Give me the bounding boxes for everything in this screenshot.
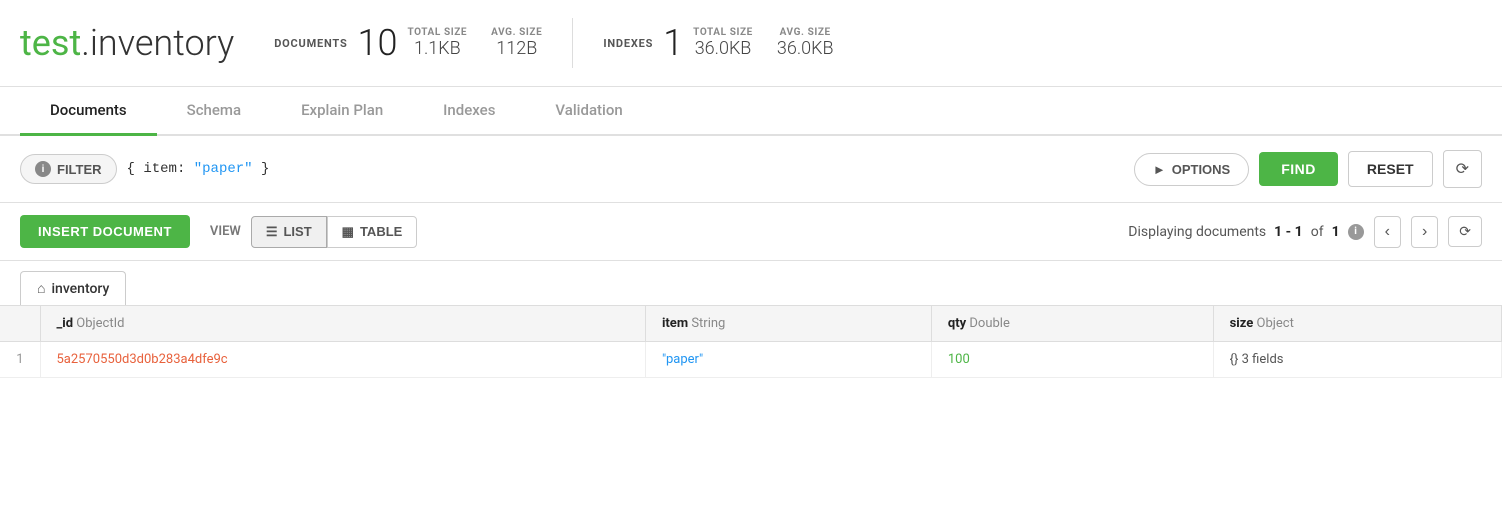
db-title: test.inventory: [20, 22, 234, 64]
collection-tabs: ⌂ inventory: [0, 261, 1502, 305]
col-header-size: size Object: [1213, 306, 1501, 342]
options-arrow-icon: ►: [1153, 162, 1166, 177]
cell-item: "paper": [645, 342, 931, 378]
prev-page-button[interactable]: ‹: [1374, 216, 1401, 248]
header: test.inventory DOCUMENTS 10 TOTAL SIZE 1…: [0, 0, 1502, 87]
docs-total-size-col: TOTAL SIZE 1.1KB: [407, 27, 467, 59]
col-name-qty: qty: [948, 316, 966, 331]
cell-id[interactable]: 5a2570550d3d0b283a4dfe9c: [40, 342, 645, 378]
filter-toolbar: i FILTER { item: "paper" } ► OPTIONS FIN…: [0, 136, 1502, 203]
next-page-button[interactable]: ›: [1411, 216, 1438, 248]
tab-explain-plan[interactable]: Explain Plan: [271, 87, 413, 136]
col-name-size: size: [1230, 316, 1254, 331]
col-type-qty: Double: [969, 316, 1009, 331]
indexes-stat: INDEXES 1 TOTAL SIZE 36.0KB AVG. SIZE 36…: [603, 25, 833, 61]
size-value: {} 3 fields: [1230, 352, 1284, 367]
idx-sizes: TOTAL SIZE 36.0KB AVG. SIZE 36.0KB: [693, 27, 833, 59]
col-type-size: Object: [1257, 316, 1294, 331]
id-value[interactable]: 5a2570550d3d0b283a4dfe9c: [57, 352, 228, 367]
data-table: _id ObjectId item String qty Double size…: [0, 305, 1502, 378]
documents-count: 10: [358, 25, 398, 61]
tab-validation[interactable]: Validation: [525, 87, 652, 136]
col-type-item: String: [691, 316, 725, 331]
stat-divider: [572, 18, 573, 68]
list-view-button[interactable]: ☰ LIST: [251, 216, 327, 248]
docs-total-size-label: TOTAL SIZE: [407, 27, 467, 38]
idx-avg-size-value: 36.0KB: [777, 38, 834, 59]
col-name-item: item: [662, 316, 688, 331]
document-toolbar: INSERT DOCUMENT VIEW ☰ LIST ▦ TABLE Disp…: [0, 203, 1502, 261]
docs-total-size-value: 1.1KB: [414, 38, 461, 59]
collection-tab-inventory[interactable]: ⌂ inventory: [20, 271, 126, 305]
cell-qty: 100: [931, 342, 1213, 378]
docs-avg-size-col: AVG. SIZE 112B: [491, 27, 542, 59]
db-suffix: .inventory: [81, 22, 234, 64]
tab-bar: Documents Schema Explain Plan Indexes Va…: [0, 87, 1502, 136]
documents-label: DOCUMENTS: [274, 37, 347, 50]
doc-total: 1: [1332, 224, 1340, 240]
row-number: 1: [0, 342, 40, 378]
idx-total-size-value: 36.0KB: [695, 38, 752, 59]
filter-query-display: { item: "paper" }: [127, 161, 1124, 177]
docs-avg-size-label: AVG. SIZE: [491, 27, 542, 38]
filter-info-icon: i: [35, 161, 51, 177]
displaying-text: Displaying documents: [1128, 224, 1266, 240]
tab-documents[interactable]: Documents: [20, 87, 157, 136]
filter-button[interactable]: i FILTER: [20, 154, 117, 184]
row-num-header: [0, 306, 40, 342]
idx-total-size-col: TOTAL SIZE 36.0KB: [693, 27, 753, 59]
home-icon: ⌂: [37, 280, 45, 297]
options-label: OPTIONS: [1172, 162, 1231, 177]
table-label: TABLE: [360, 224, 402, 239]
doc-range: 1 - 1: [1274, 224, 1303, 240]
idx-total-size-label: TOTAL SIZE: [693, 27, 753, 38]
filter-label: FILTER: [57, 162, 102, 177]
docs-sizes: TOTAL SIZE 1.1KB AVG. SIZE 112B: [407, 27, 542, 59]
stats-group: DOCUMENTS 10 TOTAL SIZE 1.1KB AVG. SIZE …: [274, 18, 833, 68]
col-header-id: _id ObjectId: [40, 306, 645, 342]
refresh-button[interactable]: ⟳: [1443, 150, 1482, 188]
insert-document-button[interactable]: INSERT DOCUMENT: [20, 215, 190, 248]
col-type-id: ObjectId: [76, 316, 124, 331]
table-icon: ▦: [342, 224, 354, 240]
col-name-id: _id: [57, 316, 74, 331]
tab-indexes[interactable]: Indexes: [413, 87, 525, 136]
options-button[interactable]: ► OPTIONS: [1134, 153, 1249, 186]
item-value: "paper": [662, 352, 703, 367]
reset-button[interactable]: RESET: [1348, 151, 1433, 187]
find-button[interactable]: FIND: [1259, 152, 1338, 186]
view-label: VIEW: [210, 224, 241, 239]
documents-stat: DOCUMENTS 10 TOTAL SIZE 1.1KB AVG. SIZE …: [274, 25, 542, 61]
col-header-item: item String: [645, 306, 931, 342]
indexes-count: 1: [663, 25, 683, 61]
table-view-button[interactable]: ▦ TABLE: [327, 216, 418, 248]
view-toggle: ☰ LIST ▦ TABLE: [251, 216, 418, 248]
docs-avg-size-value: 112B: [496, 38, 537, 59]
collection-name: inventory: [51, 281, 109, 297]
doc-count-info-icon[interactable]: i: [1348, 224, 1364, 240]
tab-schema[interactable]: Schema: [157, 87, 271, 136]
cell-size: {} 3 fields: [1213, 342, 1501, 378]
idx-avg-size-label: AVG. SIZE: [780, 27, 831, 38]
reload-button[interactable]: ⟳: [1448, 216, 1482, 247]
col-header-qty: qty Double: [931, 306, 1213, 342]
of-text: of: [1311, 224, 1324, 240]
db-prefix: test: [20, 22, 81, 64]
list-icon: ☰: [266, 224, 278, 240]
table-row: 1 5a2570550d3d0b283a4dfe9c "paper" 100 {…: [0, 342, 1502, 378]
document-count: Displaying documents 1 - 1 of 1 i: [1128, 224, 1363, 240]
idx-avg-size-col: AVG. SIZE 36.0KB: [777, 27, 834, 59]
table-header-row: _id ObjectId item String qty Double size…: [0, 306, 1502, 342]
qty-value: 100: [948, 352, 970, 367]
indexes-label: INDEXES: [603, 37, 653, 50]
list-label: LIST: [283, 224, 311, 239]
